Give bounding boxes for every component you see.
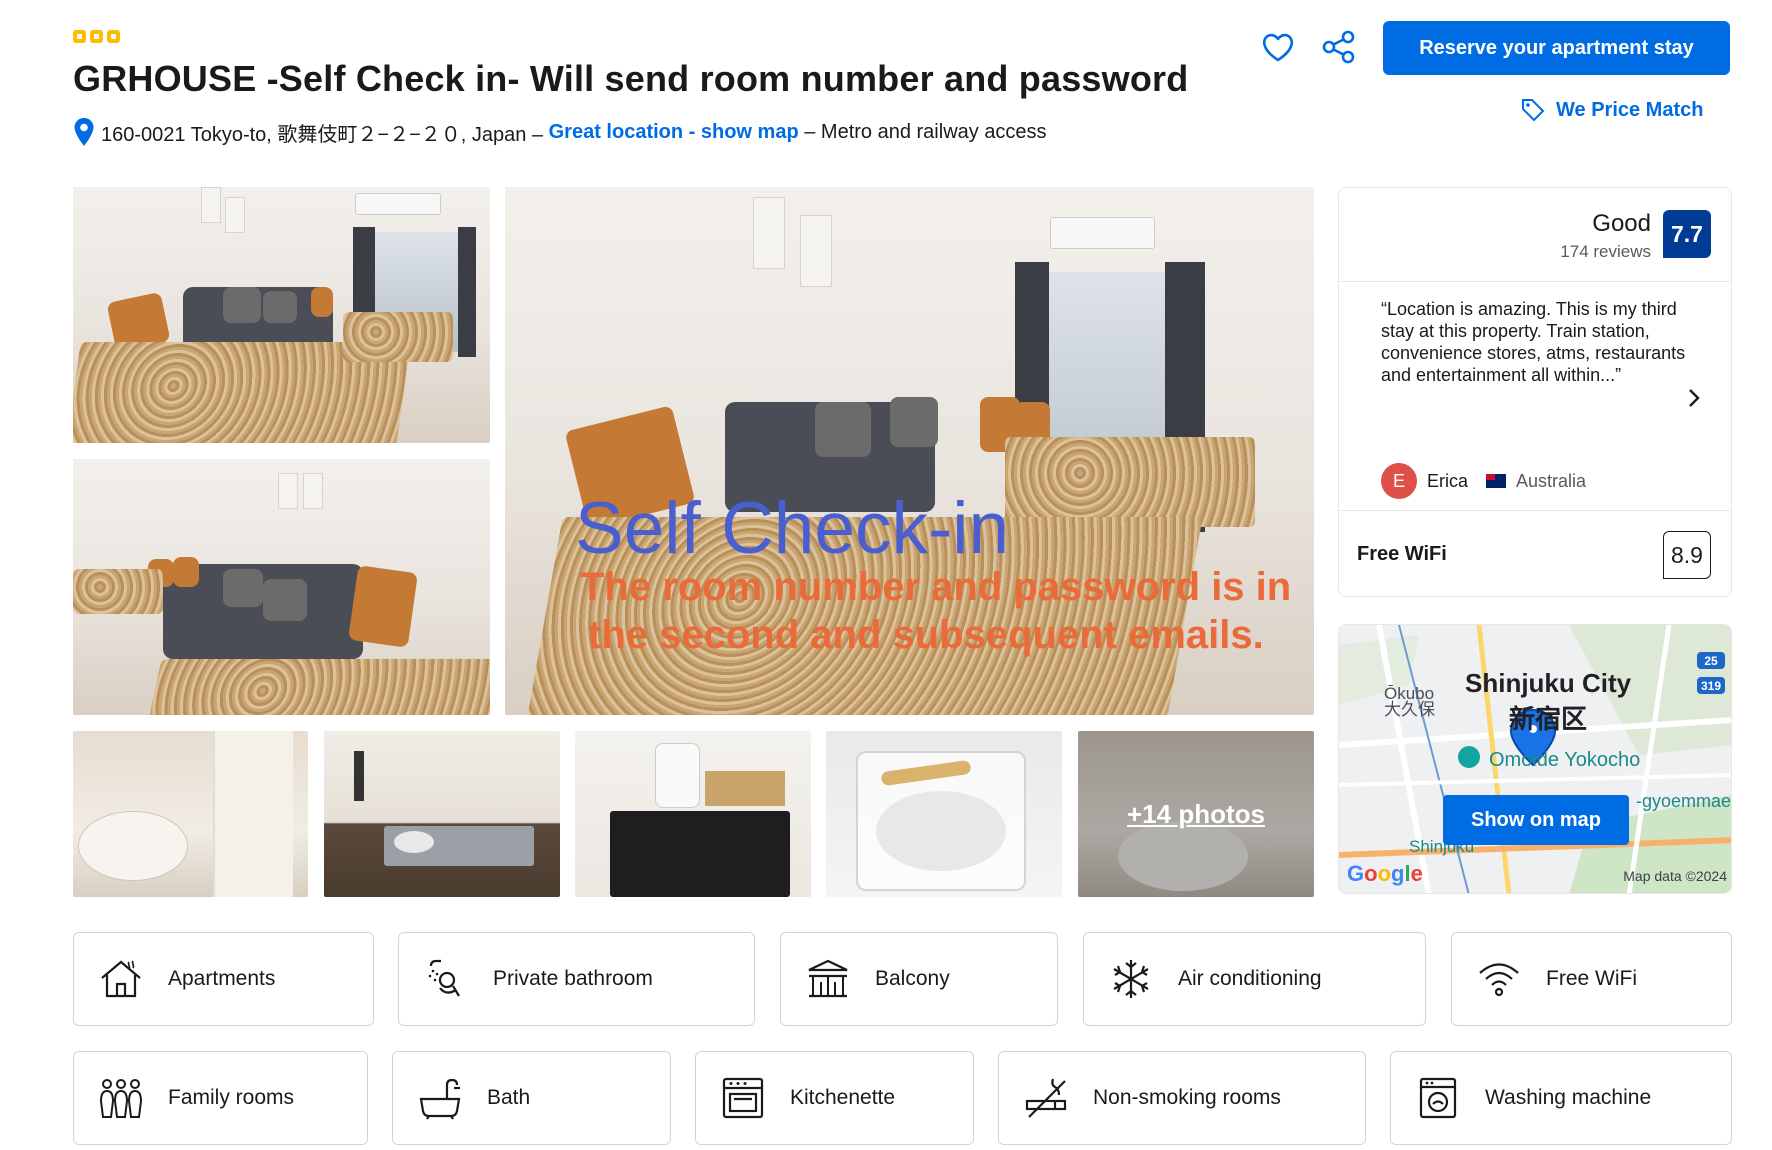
balcony-icon xyxy=(808,959,848,998)
avatar: E xyxy=(1381,463,1417,499)
reviewer-name: Erica xyxy=(1427,470,1469,491)
gallery-thumb-bathroom[interactable] xyxy=(73,731,308,897)
wifi-score-row: Free WiFi 8.9 xyxy=(1339,510,1731,596)
facility-label: Balcony xyxy=(875,967,950,990)
route-25-shield: 25 xyxy=(1697,652,1725,669)
address-text: 160-0021 Tokyo-to, 歌舞伎町２−２−２０, Japan – xyxy=(101,123,544,146)
overlay-line-1: The room number and password is in xyxy=(580,565,1292,609)
facility-label: Apartments xyxy=(168,967,276,990)
facility-air-conditioning: Air conditioning xyxy=(1083,932,1426,1026)
property-title: GRHOUSE -Self Check in- Will send room n… xyxy=(73,58,1189,99)
facility-label: Kitchenette xyxy=(790,1086,896,1109)
review-quote: “Location is amazing. This is my third s… xyxy=(1381,299,1686,385)
review-summary-card: Good 174 reviews 7.7 “Location is amazin… xyxy=(1338,187,1732,597)
facility-apartments: Apartments xyxy=(73,932,374,1026)
facility-washing-machine: Washing machine xyxy=(1390,1051,1732,1145)
review-score-badge: 7.7 xyxy=(1663,210,1711,258)
facility-label: Washing machine xyxy=(1485,1086,1652,1109)
gallery-thumb-appliances[interactable] xyxy=(575,731,811,897)
australia-flag-icon xyxy=(1486,474,1507,488)
price-match-link[interactable]: We Price Match xyxy=(1520,97,1703,123)
review-count: 174 reviews xyxy=(1560,242,1651,261)
route-319-shield: 319 xyxy=(1697,677,1725,694)
gallery-thumb-dishes[interactable] xyxy=(826,731,1062,897)
location-note: – Metro and railway access xyxy=(804,120,1047,143)
price-tag-icon xyxy=(1522,99,1545,122)
rating-word: Good xyxy=(1592,210,1651,237)
star-icon xyxy=(90,30,103,43)
more-photos-label[interactable]: +14 photos xyxy=(1078,731,1314,897)
heart-icon xyxy=(1262,33,1294,62)
show-on-map-button[interactable]: Show on map xyxy=(1443,795,1629,845)
reviewer-country: Australia xyxy=(1516,470,1587,491)
save-button[interactable] xyxy=(1259,28,1297,66)
map-data-credit: Map data ©2024 xyxy=(1623,868,1727,884)
snowflake-icon xyxy=(1113,960,1149,998)
map-gyoemmae-label: -gyoemmae xyxy=(1635,791,1731,811)
facility-label: Air conditioning xyxy=(1178,967,1322,990)
reserve-button[interactable]: Reserve your apartment stay xyxy=(1383,21,1730,75)
facility-label: Free WiFi xyxy=(1546,967,1637,990)
gallery-photo-2[interactable] xyxy=(73,459,490,715)
location-pin-icon xyxy=(74,118,94,146)
google-logo: Google xyxy=(1347,861,1423,886)
next-review-button[interactable] xyxy=(1687,388,1701,414)
facility-bath: Bath xyxy=(392,1051,671,1145)
facility-balcony: Balcony xyxy=(780,932,1058,1026)
map-city-label: Shinjuku City xyxy=(1465,668,1632,698)
gallery-photo-1[interactable] xyxy=(73,187,490,443)
star-icon xyxy=(107,30,120,43)
family-icon xyxy=(99,1079,143,1118)
chevron-right-icon xyxy=(1689,389,1700,407)
star-icon xyxy=(73,30,86,43)
share-icon xyxy=(1322,30,1355,64)
wifi-score-label: Free WiFi xyxy=(1357,543,1447,565)
facility-label: Bath xyxy=(487,1086,531,1109)
facility-private-bathroom: Private bathroom xyxy=(398,932,755,1026)
price-match-label: We Price Match xyxy=(1556,98,1704,121)
gallery-thumb-more[interactable]: +14 photos xyxy=(1078,731,1314,897)
gallery-thumb-kitchen[interactable] xyxy=(324,731,560,897)
shower-icon xyxy=(428,959,460,997)
facility-label: Non-smoking rooms xyxy=(1093,1086,1281,1109)
facility-label: Private bathroom xyxy=(493,967,653,990)
self-checkin-overlay-title: Self Check-in xyxy=(575,488,1010,569)
oven-icon xyxy=(722,1077,764,1119)
facility-non-smoking-rooms: Non-smoking rooms xyxy=(998,1051,1366,1145)
house-icon xyxy=(101,960,141,998)
facility-free-wifi: Free WiFi xyxy=(1451,932,1732,1026)
wifi-score-badge: 8.9 xyxy=(1663,531,1711,579)
self-checkin-overlay-message: The room number and password is in the s… xyxy=(580,563,1291,659)
reviewer: E Erica Australia xyxy=(1381,463,1586,499)
map-omoide-label: Omoide Yokocho xyxy=(1489,749,1641,771)
facility-family-rooms: Family rooms xyxy=(73,1051,368,1145)
no-smoking-icon xyxy=(1025,1078,1067,1118)
map-preview[interactable]: 25 319 Ōkubo 大久保 Shinjuku City 新宿区 Omoid… xyxy=(1338,624,1732,894)
facility-kitchenette: Kitchenette xyxy=(695,1051,974,1145)
review-score-header[interactable]: Good 174 reviews 7.7 xyxy=(1339,188,1731,282)
overlay-line-2: the second and subsequent emails. xyxy=(588,613,1264,657)
star-rating xyxy=(73,30,120,43)
share-button[interactable] xyxy=(1320,28,1358,66)
show-map-link[interactable]: Great location - show map xyxy=(549,121,799,144)
gallery-photo-main[interactable]: Self Check-in The room number and passwo… xyxy=(505,187,1314,715)
bathtub-icon xyxy=(419,1078,461,1120)
map-city-kanji: 新宿区 xyxy=(1509,704,1588,734)
map-okubo-label: Ōkubo 大久保 xyxy=(1384,685,1435,719)
facility-label: Family rooms xyxy=(168,1086,295,1109)
map-okubo-kanji: 大久保 xyxy=(1384,700,1435,719)
washing-machine-icon xyxy=(1419,1077,1457,1119)
wifi-icon xyxy=(1479,963,1519,997)
property-address: 160-0021 Tokyo-to, 歌舞伎町２−２−２０, Japan – G… xyxy=(73,117,1047,147)
